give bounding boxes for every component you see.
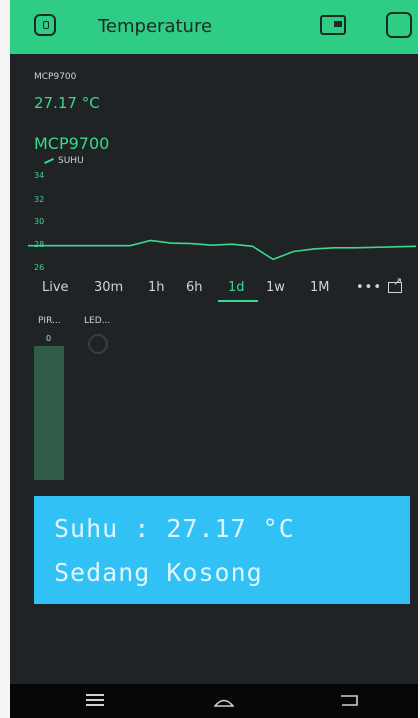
pir-value: 0: [46, 334, 52, 343]
home-icon[interactable]: [214, 695, 234, 707]
app-header: Temperature: [10, 0, 418, 54]
android-nav-bar: [10, 684, 418, 718]
range-live[interactable]: Live: [42, 280, 69, 295]
series-line-suhu: [28, 239, 417, 261]
pir-level-bar: [34, 346, 64, 480]
active-range-underline: [218, 300, 258, 302]
range-1h[interactable]: 1h: [148, 280, 165, 295]
range-30m[interactable]: 30m: [94, 280, 123, 295]
range-6h[interactable]: 6h: [186, 280, 203, 295]
play-icon[interactable]: [386, 12, 412, 38]
more-options-button[interactable]: •••: [356, 280, 382, 295]
battery-icon[interactable]: [320, 15, 346, 35]
lcd-display: Suhu : 27.17 °C Sedang Kosong: [34, 496, 410, 604]
led-indicator: [88, 334, 108, 354]
time-range-selector: Live 30m 1h 6h 1d 1w 1M •••: [10, 275, 418, 310]
y-tick-label: 32: [34, 195, 44, 204]
pir-label: PIR...: [38, 316, 61, 326]
y-tick-label: 26: [34, 263, 44, 272]
lcd-line-1: Suhu : 27.17 °C: [54, 514, 295, 543]
lcd-line-2: Sedang Kosong: [54, 558, 263, 587]
value-display-label: MCP9700: [34, 72, 77, 82]
app-screen: Temperature MCP9700 27.17 °C MCP9700 SUH…: [10, 0, 418, 718]
chart-title: MCP9700: [34, 134, 110, 153]
range-1m[interactable]: 1M: [310, 280, 330, 295]
back-nav-icon[interactable]: [340, 694, 358, 706]
range-1w[interactable]: 1w: [266, 280, 285, 295]
menu-icon[interactable]: [86, 692, 104, 708]
led-label: LED...: [84, 316, 111, 326]
page-title: Temperature: [98, 16, 213, 37]
y-tick-label: 34: [34, 171, 44, 180]
export-icon[interactable]: [388, 275, 402, 293]
y-tick-label: 30: [34, 217, 44, 226]
legend-line-icon: [44, 157, 54, 165]
y-tick-label: 28: [34, 240, 44, 249]
temperature-value: 27.17 °C: [34, 94, 100, 112]
back-icon[interactable]: [34, 14, 56, 36]
range-1d[interactable]: 1d: [228, 280, 245, 295]
temperature-chart[interactable]: 34 32 30 28 26: [10, 165, 418, 275]
